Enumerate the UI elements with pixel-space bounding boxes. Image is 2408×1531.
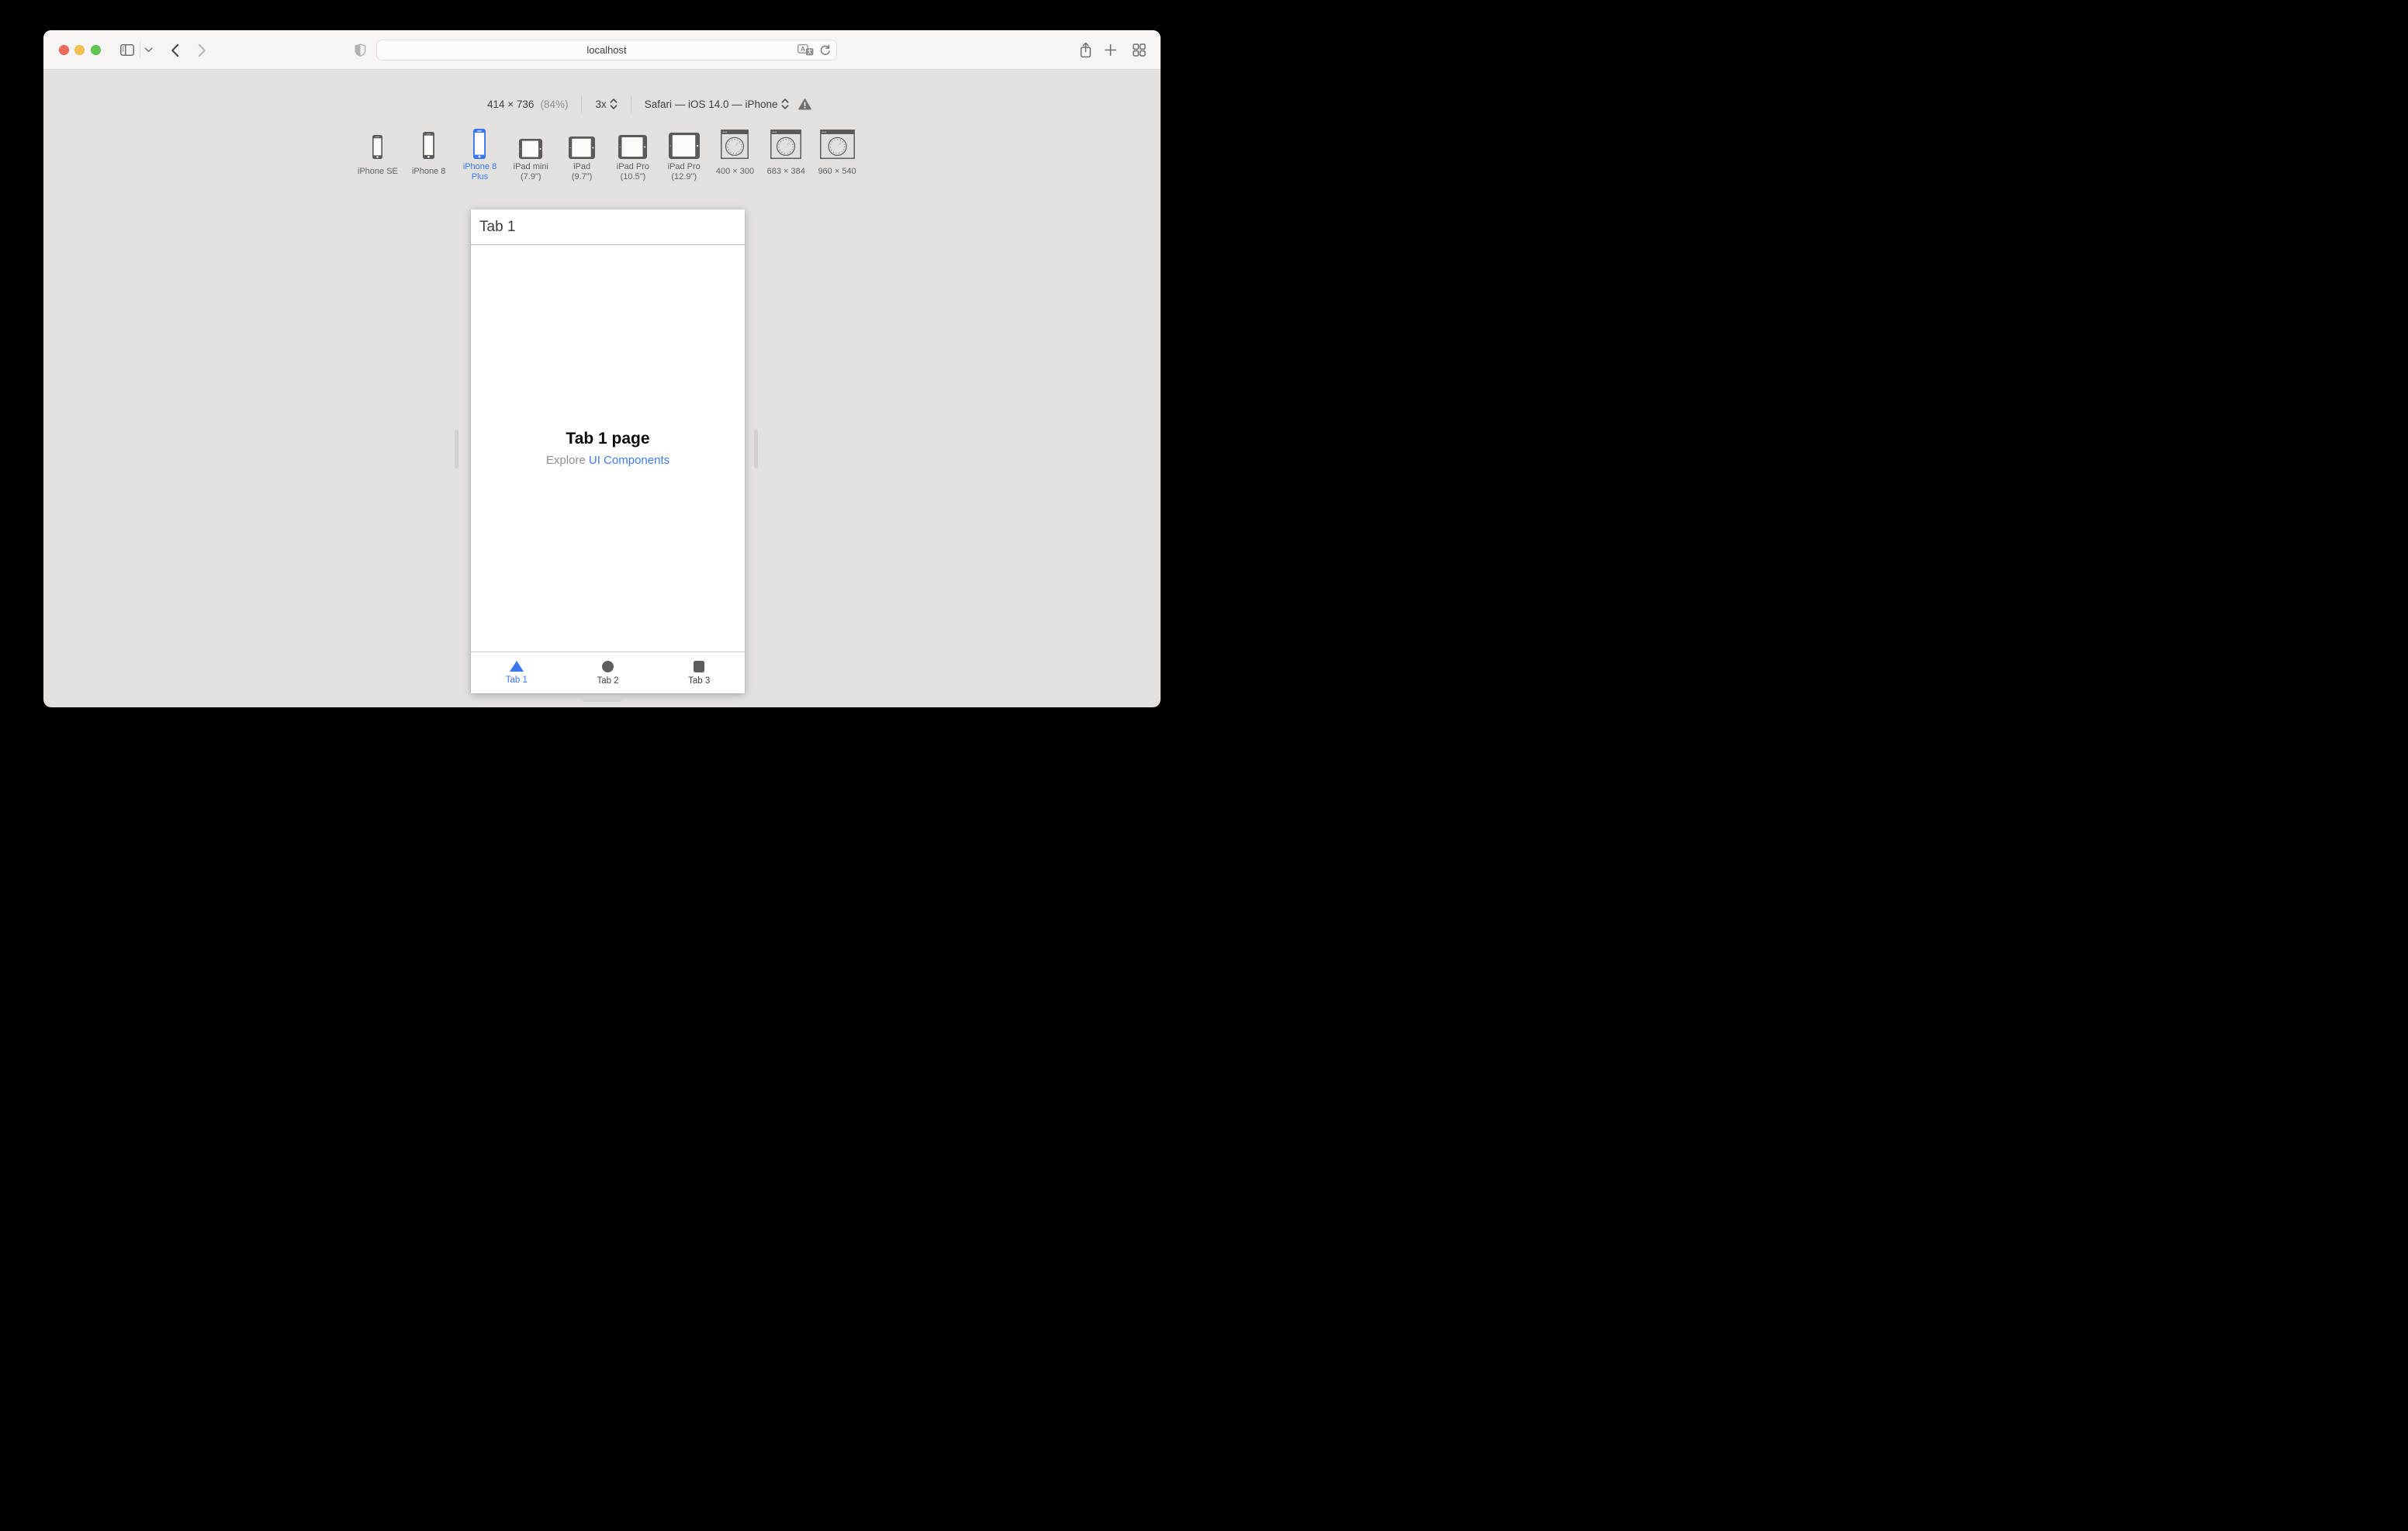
device-browser-960x540[interactable]: 960 × 540 bbox=[811, 128, 863, 183]
app-tab-bar: Tab 1 Tab 2 Tab 3 bbox=[471, 651, 745, 693]
device-label: iPad (9.7") bbox=[571, 161, 593, 182]
device-label: iPhone 8 Plus bbox=[462, 161, 497, 182]
device-ipad-mini[interactable]: iPad mini (7.9") bbox=[505, 128, 556, 183]
forward-icon bbox=[198, 43, 206, 57]
device-browser-400x300[interactable]: 400 × 300 bbox=[710, 128, 761, 183]
device-iphone-8-plus[interactable]: iPhone 8 Plus bbox=[455, 128, 506, 183]
viewport-resize-handle-right[interactable] bbox=[754, 430, 758, 468]
user-agent-stepper[interactable] bbox=[781, 98, 789, 110]
ipad-mini-icon bbox=[519, 128, 543, 159]
user-agent-value: Safari — iOS 14.0 — iPhone bbox=[644, 98, 778, 110]
svg-text:A: A bbox=[801, 45, 805, 52]
privacy-report-button[interactable] bbox=[355, 43, 366, 57]
browser-window-icon bbox=[721, 128, 749, 159]
zoom-window-button[interactable] bbox=[90, 45, 101, 55]
device-iphone-8[interactable]: iPhone 8 bbox=[403, 128, 455, 183]
iphone-8-icon bbox=[423, 128, 435, 159]
toolbar: localhost A bbox=[43, 30, 1161, 70]
square-icon bbox=[694, 660, 705, 672]
sidebar-button[interactable] bbox=[120, 44, 134, 56]
tab-overview-grid-icon bbox=[1133, 43, 1146, 57]
viewport-size-label: 414 × 736 bbox=[487, 98, 535, 110]
privacy-shield-icon bbox=[355, 43, 366, 57]
device-label: iPad Pro (10.5") bbox=[616, 161, 649, 182]
address-bar-url[interactable]: localhost bbox=[377, 40, 836, 60]
address-bar[interactable]: localhost A bbox=[376, 40, 837, 60]
share-button[interactable] bbox=[1079, 42, 1092, 58]
app-nav-title: Tab 1 bbox=[479, 218, 516, 235]
controls-divider bbox=[581, 95, 583, 112]
page-subtitle: Explore UI Components bbox=[545, 454, 670, 467]
back-button[interactable] bbox=[171, 43, 179, 57]
iphone-8-plus-icon bbox=[473, 128, 486, 159]
viewport-zoom-label: (84%) bbox=[540, 98, 569, 110]
browser-window-icon bbox=[770, 128, 802, 159]
device-label: 683 × 384 bbox=[766, 167, 805, 177]
device-label: iPhone 8 bbox=[411, 167, 446, 177]
iphone-se-icon bbox=[372, 128, 383, 159]
forward-button[interactable] bbox=[198, 43, 206, 57]
triangle-icon bbox=[509, 661, 524, 672]
device-label: 960 × 540 bbox=[818, 167, 856, 177]
rdm-viewport: Tab 1 Tab 1 page Explore UI Components T… bbox=[471, 209, 745, 693]
close-window-button[interactable] bbox=[58, 45, 69, 55]
device-ipad-pro-105[interactable]: iPad Pro (10.5") bbox=[607, 128, 659, 183]
pixel-ratio-value: 3x bbox=[595, 98, 607, 110]
chevron-down-icon bbox=[144, 47, 153, 53]
device-label: iPad Pro (12.9") bbox=[667, 161, 701, 182]
safari-window: localhost A 414 × 736 (84%) 3x Safari — … bbox=[43, 30, 1161, 707]
viewport-resize-handle-bottom[interactable] bbox=[583, 698, 621, 702]
ui-components-link[interactable]: UI Components bbox=[589, 454, 669, 467]
tab-1[interactable]: Tab 1 bbox=[471, 652, 562, 693]
device-label: iPhone SE bbox=[357, 167, 398, 177]
ipad-icon bbox=[569, 128, 596, 159]
warning-triangle-icon[interactable] bbox=[797, 98, 811, 110]
translate-icon[interactable]: A bbox=[797, 43, 814, 57]
app-page-content: Tab 1 page Explore UI Components bbox=[471, 245, 745, 651]
tab-overview-button[interactable] bbox=[1133, 43, 1146, 57]
ipad-pro-105-icon bbox=[618, 128, 648, 159]
minimize-window-button[interactable] bbox=[74, 45, 85, 55]
viewport-resize-handle-left[interactable] bbox=[455, 430, 458, 468]
sidebar-icon bbox=[120, 44, 134, 56]
device-iphone-se[interactable]: iPhone SE bbox=[352, 128, 403, 183]
back-icon bbox=[171, 43, 179, 57]
circle-icon bbox=[602, 660, 614, 672]
device-label: iPad mini (7.9") bbox=[513, 161, 548, 182]
tab-2[interactable]: Tab 2 bbox=[562, 652, 654, 693]
pixel-ratio-stepper[interactable] bbox=[610, 98, 618, 110]
device-browser-683x384[interactable]: 683 × 384 bbox=[760, 128, 811, 183]
device-label: 400 × 300 bbox=[715, 167, 755, 177]
new-tab-button[interactable] bbox=[1104, 43, 1117, 57]
app-nav-bar: Tab 1 bbox=[471, 209, 745, 245]
sidebar-menu-button[interactable] bbox=[144, 47, 153, 53]
device-ipad-pro-129[interactable]: iPad Pro (12.9") bbox=[659, 128, 710, 183]
browser-window-icon bbox=[819, 128, 855, 159]
rdm-controls: 414 × 736 (84%) 3x Safari — iOS 14.0 — i… bbox=[487, 95, 811, 112]
share-icon bbox=[1079, 42, 1092, 58]
plus-icon bbox=[1104, 43, 1117, 57]
page-title: Tab 1 page bbox=[566, 430, 650, 448]
tab-3[interactable]: Tab 3 bbox=[653, 652, 745, 693]
device-ipad[interactable]: iPad (9.7") bbox=[556, 128, 607, 183]
device-row: iPhone SE iPhone 8 iPhone 8 Plus iPad mi… bbox=[352, 128, 864, 183]
ipad-pro-129-icon bbox=[668, 128, 700, 159]
reload-icon[interactable] bbox=[819, 44, 831, 57]
